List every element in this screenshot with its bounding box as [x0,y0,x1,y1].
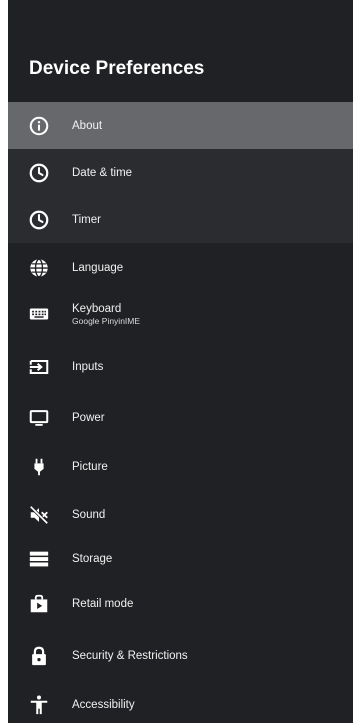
menu-item-text: Retail mode [72,597,133,611]
retail-bag-icon [28,593,50,615]
menu-item-label: Sound [72,508,106,521]
menu-item-label: Timer [72,213,101,226]
menu-item-retail-mode[interactable]: Retail mode [8,580,353,627]
menu-item-label: Power [72,411,105,424]
menu-item-label: Language [72,261,124,274]
menu-item-inputs[interactable]: Inputs [8,343,353,390]
menu-item-date-time[interactable]: Date & time [8,149,353,196]
menu-item-language[interactable]: Language [8,244,353,291]
menu-item-text: Security & Restrictions [72,649,188,663]
menu-item-label: Keyboard [72,302,122,315]
menu-item-text: Keyboard Google PinyinIME [72,302,140,326]
menu-item-sublabel: Google PinyinIME [72,315,141,326]
menu-item-keyboard[interactable]: Keyboard Google PinyinIME [8,290,353,337]
menu-item-accessibility[interactable]: Accessibility [8,681,353,723]
settings-panel: Device Preferences About Date & time Tim… [8,0,353,723]
menu-item-picture[interactable]: Picture [8,443,353,490]
monitor-icon [28,407,50,429]
menu-item-about[interactable]: About [8,102,353,149]
globe-icon [28,257,50,279]
menu-item-timer[interactable]: Timer [8,196,353,243]
preferences-menu: About Date & time Timer Language Keyboar… [8,0,353,723]
accessibility-icon [28,694,50,716]
menu-item-text: Picture [72,460,108,474]
menu-item-text: Date & time [72,166,132,180]
plug-icon [28,456,50,478]
info-icon [28,115,50,137]
menu-item-text: Sound [72,508,105,522]
menu-item-security-restrictions[interactable]: Security & Restrictions [8,632,353,679]
menu-item-text: Inputs [72,360,103,374]
menu-item-label: About [72,119,103,132]
menu-item-label: Inputs [72,360,104,373]
menu-item-text: Storage [72,552,112,566]
lock-icon [28,645,50,667]
menu-item-label: Date & time [72,166,133,179]
menu-item-label: Picture [72,460,108,473]
menu-item-sound[interactable]: Sound [8,491,353,538]
menu-item-text: Accessibility [72,698,135,712]
menu-item-text: About [72,119,102,133]
keyboard-icon [28,303,50,325]
menu-item-storage[interactable]: Storage [8,535,353,582]
menu-item-text: Timer [72,213,101,227]
clock-icon [28,162,50,184]
menu-item-label: Accessibility [72,698,135,711]
menu-item-text: Language [72,261,123,275]
menu-item-power[interactable]: Power [8,394,353,441]
menu-item-label: Retail mode [72,597,134,610]
menu-item-label: Security & Restrictions [72,649,188,662]
menu-item-text: Power [72,411,105,425]
input-icon [28,356,50,378]
speaker-muted-icon [28,504,50,526]
storage-icon [28,548,50,570]
timer-icon [28,209,50,231]
menu-item-label: Storage [72,552,113,565]
